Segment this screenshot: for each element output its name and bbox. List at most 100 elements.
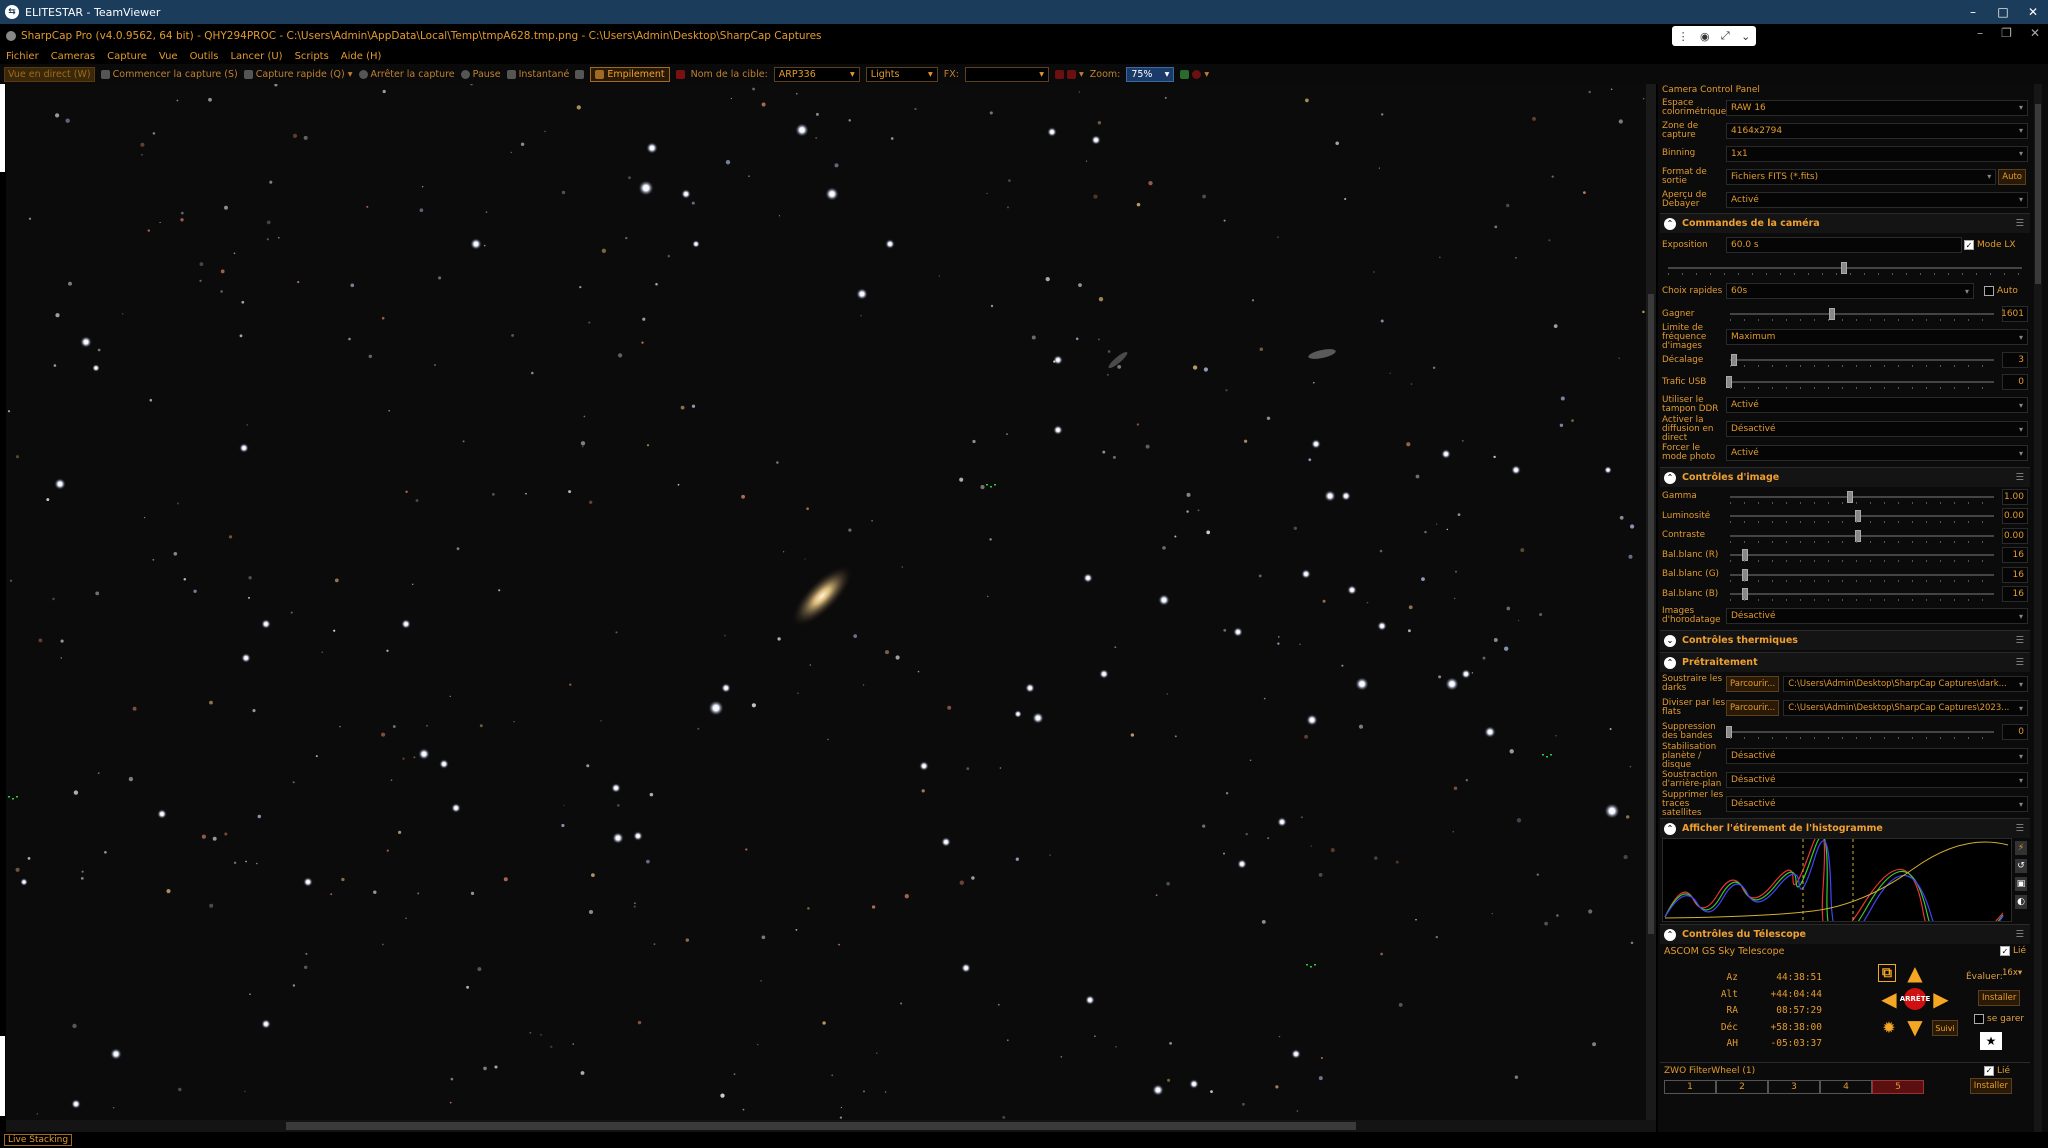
star-icon[interactable]: ★ <box>1980 1032 2002 1050</box>
image-viewer[interactable] <box>6 84 1646 1120</box>
fx-select[interactable]: ▾ <box>964 66 1049 82</box>
teamviewer-remote-toolbar[interactable]: ⋮ ◉ ⤢ ⌄ <box>1672 26 1756 46</box>
chevron-down-icon[interactable]: ⌄ <box>1741 30 1750 43</box>
menu-icon[interactable]: ☰ <box>2015 657 2024 668</box>
menu-icon[interactable]: ☰ <box>2015 635 2024 646</box>
menu-cameras[interactable]: Cameras <box>51 51 95 62</box>
collapse-icon[interactable]: ⌃ <box>1664 928 1676 941</box>
filter-slot-1[interactable]: 1 <box>1664 1080 1716 1094</box>
scroll-thumb[interactable] <box>286 1122 1356 1130</box>
move-east-button[interactable]: ▶ <box>1930 987 1952 1011</box>
start-capture-button[interactable]: Commencer la capture (S) <box>100 69 238 80</box>
preprocessing-header[interactable]: ⌃ Prétraitement ☰ <box>1660 652 2030 672</box>
zoom-select[interactable]: 75% ▾ <box>1126 66 1175 82</box>
output-format-select[interactable]: Fichiers FITS (*.fits) ▾ <box>1726 168 1997 185</box>
offset-value[interactable]: 3 <box>2002 352 2028 368</box>
frame-limit-select[interactable]: Maximum ▾ <box>1726 329 2028 345</box>
quick-capture-button[interactable]: Capture rapide (Q) ▾ <box>243 69 353 80</box>
sharpcap-restore-button[interactable]: ❐ <box>2001 26 2012 40</box>
reticle-button[interactable]: ▾ <box>1054 69 1084 80</box>
thermal-controls-header[interactable]: ⌄ Contrôles thermiques ☰ <box>1660 630 2030 650</box>
snapshot-button[interactable]: Instantané <box>506 69 569 80</box>
gamma-value[interactable]: 1.00 <box>2002 488 2028 505</box>
filter-slot-2[interactable]: 2 <box>1716 1080 1768 1094</box>
gain-value[interactable]: 1601 <box>2001 306 2028 322</box>
debayer-preview-select[interactable]: Activé ▾ <box>1726 191 2028 208</box>
minimize-button[interactable]: – <box>1958 0 1988 24</box>
contrast-slider[interactable] <box>1726 528 1998 544</box>
satellite-select[interactable]: Désactivé ▾ <box>1726 796 2028 812</box>
menu-icon[interactable]: ☰ <box>2015 472 2024 483</box>
collapse-icon[interactable]: ⌃ <box>1664 217 1676 230</box>
menu-icon[interactable]: ☰ <box>2015 218 2024 229</box>
filterwheel-install-button[interactable]: Installer <box>1969 1078 2012 1094</box>
move-west-button[interactable]: ◀ <box>1878 987 1900 1011</box>
quick-choice-select[interactable]: 60s ▾ <box>1726 283 1974 299</box>
move-south-button[interactable]: ▼ <box>1904 1015 1926 1039</box>
brightness-value[interactable]: 0.00 <box>2002 508 2028 525</box>
wb-blue-slider[interactable] <box>1726 586 1998 602</box>
usb-traffic-slider[interactable] <box>1726 374 1998 390</box>
contrast-icon[interactable]: ◐ <box>2015 895 2027 909</box>
histogram-tools[interactable]: ▾ <box>1180 69 1209 80</box>
gain-slider[interactable] <box>1726 306 1998 322</box>
filter-slot-3[interactable]: 3 <box>1768 1080 1820 1094</box>
histogram-header[interactable]: ⌃ Afficher l'étirement de l'histogramme ☰ <box>1660 818 2030 838</box>
flats-path-select[interactable]: C:\Users\Admin\Desktop\SharpCap Captures… <box>1783 700 2028 716</box>
menu-icon[interactable]: ☰ <box>2015 823 2024 834</box>
teamviewer-actions-icon[interactable]: ⋮ <box>1678 30 1689 43</box>
background-select[interactable]: Désactivé ▾ <box>1726 772 2028 788</box>
target-icon[interactable]: ✹ <box>1878 1016 1900 1038</box>
sharpcap-close-button[interactable]: ✕ <box>2030 26 2040 40</box>
wb-green-value[interactable]: 16 <box>2002 566 2028 583</box>
stacking-button[interactable]: Empilement <box>590 66 670 82</box>
sharpcap-minimize-button[interactable]: – <box>1977 26 1983 40</box>
menu-lancer[interactable]: Lancer (U) <box>230 51 282 62</box>
telescope-header[interactable]: ⌃ Contrôles du Télescope ☰ <box>1660 924 2030 944</box>
menu-capture[interactable]: Capture <box>107 51 147 62</box>
frame-type-select[interactable]: Lights ▾ <box>865 66 938 82</box>
fullscreen-icon[interactable]: ⤢ <box>1721 29 1730 43</box>
binning-select[interactable]: 1x1 ▾ <box>1726 145 2028 162</box>
filter-slot-4[interactable]: 4 <box>1820 1080 1872 1094</box>
exposure-slider[interactable] <box>1664 260 2026 276</box>
teamviewer-view-icon[interactable]: ◉ <box>1700 30 1710 43</box>
auto-stretch-icon[interactable]: ⚡ <box>2015 841 2027 855</box>
stabilization-select[interactable]: Désactivé ▾ <box>1726 748 2028 764</box>
linked-checkbox[interactable]: ✓ <box>1983 1065 1994 1076</box>
save-icon[interactable]: ▣ <box>2015 877 2027 891</box>
photo-mode-select[interactable]: Activé ▾ <box>1726 445 2028 461</box>
stop-capture-button[interactable]: Arrêter la capture <box>358 69 455 80</box>
exposure-input[interactable]: 60.0 s <box>1726 237 1962 253</box>
wb-blue-value[interactable]: 16 <box>2002 586 2028 603</box>
collapse-icon[interactable]: ⌃ <box>1664 471 1676 484</box>
viewer-vertical-scrollbar[interactable] <box>1646 84 1656 1120</box>
park-control[interactable]: se garer <box>1974 1014 2024 1024</box>
chevron-down-icon[interactable]: ▾ <box>1204 69 1209 80</box>
wb-red-value[interactable]: 16 <box>2002 547 2028 564</box>
collapse-icon[interactable]: ⌃ <box>1664 822 1676 835</box>
offset-slider[interactable] <box>1726 352 1998 368</box>
menu-outils[interactable]: Outils <box>190 51 219 62</box>
usb-traffic-value[interactable]: 0 <box>2002 374 2028 390</box>
install-button[interactable]: Installer <box>1978 990 2021 1006</box>
linked-checkbox[interactable]: ✓ <box>1999 946 2010 956</box>
banding-value[interactable]: 0 <box>2002 724 2028 740</box>
scroll-thumb[interactable] <box>1648 294 1654 934</box>
capture-area-select[interactable]: 4164x2794 ▾ <box>1726 122 2028 139</box>
gamma-slider[interactable] <box>1726 489 1998 505</box>
timestamp-select[interactable]: Désactivé ▾ <box>1726 608 2028 624</box>
live-stream-select[interactable]: Désactivé ▾ <box>1726 421 2028 437</box>
flats-browse-button[interactable]: Parcourir... <box>1726 700 1780 716</box>
live-view-button[interactable]: Vue en direct (W) <box>4 66 95 82</box>
mount-linked[interactable]: ✓ Lié <box>1999 946 2026 956</box>
reset-icon[interactable]: ↺ <box>2015 859 2027 873</box>
banding-slider[interactable] <box>1726 724 1998 740</box>
chevron-down-icon[interactable]: ▾ <box>348 69 353 80</box>
auto-checkbox[interactable] <box>1984 286 1994 296</box>
target-icon-button[interactable] <box>675 69 685 79</box>
maximize-button[interactable]: □ <box>1988 0 2018 24</box>
park-checkbox[interactable] <box>1974 1014 1984 1024</box>
wb-red-slider[interactable] <box>1726 547 1998 563</box>
menu-fichier[interactable]: Fichier <box>6 51 39 62</box>
